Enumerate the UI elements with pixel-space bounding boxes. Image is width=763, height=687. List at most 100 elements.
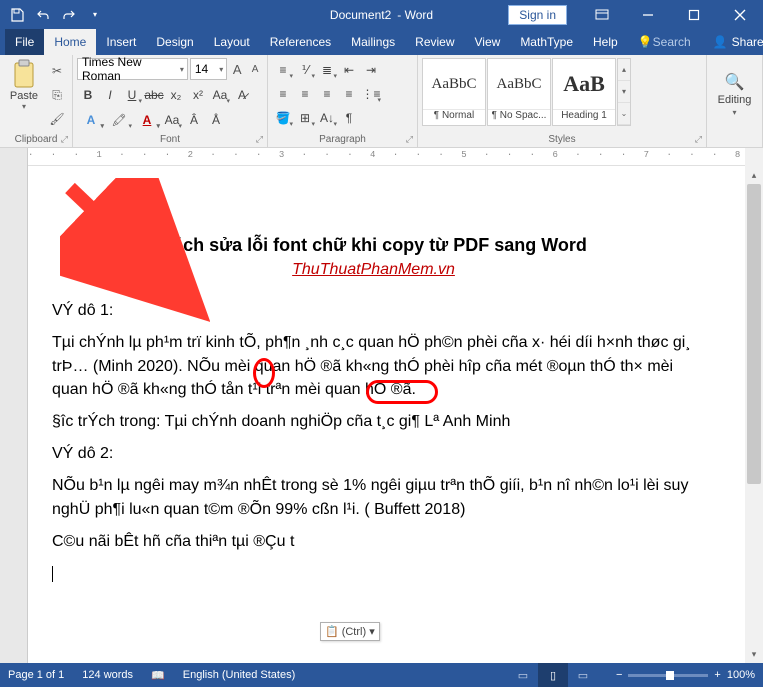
shrink-font-icon[interactable]: A bbox=[247, 58, 263, 80]
show-marks-icon[interactable]: ¶ bbox=[338, 107, 360, 129]
align-right-icon[interactable]: ≡ bbox=[316, 83, 338, 105]
tab-review[interactable]: Review bbox=[405, 29, 464, 55]
line-spacing-icon[interactable]: ⋮≡ bbox=[360, 83, 382, 105]
share-button[interactable]: 👤Share bbox=[701, 29, 763, 55]
tab-design[interactable]: Design bbox=[146, 29, 203, 55]
undo-icon[interactable] bbox=[30, 0, 56, 29]
vertical-ruler[interactable] bbox=[0, 166, 28, 663]
ribbon-display-icon[interactable] bbox=[579, 0, 625, 29]
doc-sublink: ThuThuatPhanMem.vn bbox=[52, 258, 695, 281]
borders-icon[interactable]: ⊞ bbox=[294, 107, 316, 129]
format-painter-icon[interactable]: 🖌 bbox=[46, 108, 68, 130]
text-effects-icon[interactable]: A bbox=[77, 109, 105, 131]
align-center-icon[interactable]: ≡ bbox=[294, 83, 316, 105]
sign-in-button[interactable]: Sign in bbox=[508, 5, 567, 25]
tab-mailings[interactable]: Mailings bbox=[341, 29, 405, 55]
numbering-icon[interactable]: ⅟ bbox=[294, 59, 316, 81]
save-icon[interactable] bbox=[4, 0, 30, 29]
font-launcher-icon[interactable]: ⤢ bbox=[256, 134, 263, 145]
paste-icon[interactable] bbox=[8, 58, 40, 90]
document-viewport[interactable]: Cách sửa lỗi font chữ khi copy từ PDF sa… bbox=[28, 166, 745, 663]
grow-font-icon[interactable]: A bbox=[229, 58, 245, 80]
bold-button[interactable]: B bbox=[77, 84, 99, 106]
align-left-icon[interactable]: ≡ bbox=[272, 83, 294, 105]
decrease-indent-icon[interactable]: ⇤ bbox=[338, 59, 360, 81]
maximize-icon[interactable] bbox=[671, 0, 717, 29]
tab-insert[interactable]: Insert bbox=[96, 29, 146, 55]
strikethrough-button[interactable]: abc bbox=[143, 84, 165, 106]
increase-indent-icon[interactable]: ⇥ bbox=[360, 59, 382, 81]
paste-label[interactable]: Paste bbox=[10, 90, 38, 102]
redo-icon[interactable] bbox=[56, 0, 82, 29]
web-layout-icon[interactable]: ▭ bbox=[568, 663, 598, 687]
tab-help[interactable]: Help bbox=[583, 29, 628, 55]
close-icon[interactable] bbox=[717, 0, 763, 29]
tell-me-search[interactable]: 💡 Search bbox=[628, 29, 701, 55]
zoom-level[interactable]: 100% bbox=[727, 669, 755, 681]
phonetic-guide-icon[interactable]: Å bbox=[205, 109, 227, 131]
italic-button[interactable]: I bbox=[99, 84, 121, 106]
underline-button[interactable]: U bbox=[121, 84, 143, 106]
font-name-select[interactable]: Times New Roman bbox=[77, 58, 188, 80]
styles-more-icon[interactable]: ⌄ bbox=[618, 103, 630, 125]
tab-file[interactable]: File bbox=[5, 29, 44, 55]
superscript-button[interactable]: x² bbox=[187, 84, 209, 106]
sort-icon[interactable]: A↓ bbox=[316, 107, 338, 129]
style-heading1[interactable]: AaB Heading 1 bbox=[552, 58, 616, 126]
horizontal-ruler: · · · 1 · · · 2 · · · 3 · · · 4 · · · 5 … bbox=[0, 148, 763, 166]
qat-customize-icon[interactable]: ▾ bbox=[82, 0, 108, 29]
title-bar: ▾ Document2 - Word Sign in bbox=[0, 0, 763, 29]
editing-button[interactable]: 🔍 Editing ▾ bbox=[711, 58, 758, 131]
proofing-icon[interactable]: 📖 bbox=[151, 669, 165, 682]
print-layout-icon[interactable]: ▯ bbox=[538, 663, 568, 687]
minimize-icon[interactable] bbox=[625, 0, 671, 29]
clear-formatting-icon[interactable]: A̷ bbox=[231, 84, 253, 106]
subscript-button[interactable]: x₂ bbox=[165, 84, 187, 106]
paste-options-button[interactable]: 📋 (Ctrl) ▾ bbox=[320, 622, 380, 641]
zoom-slider-thumb[interactable] bbox=[666, 671, 674, 680]
bullets-icon[interactable]: ≡ bbox=[272, 59, 294, 81]
character-shading-icon[interactable]: Aa bbox=[161, 109, 183, 131]
change-case-button[interactable]: Aa bbox=[209, 84, 231, 106]
styles-down-icon[interactable]: ▾ bbox=[618, 81, 630, 103]
paragraph-launcher-icon[interactable]: ⤢ bbox=[406, 134, 413, 145]
doc-paragraph: §­îc trÝch trong: Tµi chÝnh doanh nghiÖp… bbox=[52, 410, 695, 433]
tab-mathtype[interactable]: MathType bbox=[510, 29, 583, 55]
tab-layout[interactable]: Layout bbox=[204, 29, 260, 55]
zoom-control[interactable]: − + 100% bbox=[616, 669, 755, 681]
read-mode-icon[interactable]: ▭ bbox=[508, 663, 538, 687]
page-indicator[interactable]: Page 1 of 1 bbox=[8, 669, 64, 681]
zoom-in-icon[interactable]: + bbox=[714, 669, 720, 681]
justify-icon[interactable]: ≡ bbox=[338, 83, 360, 105]
tab-home[interactable]: Home bbox=[44, 29, 96, 55]
doc-paragraph: Tµi chÝnh lµ ph¹m trï kinh tÕ, ph¶n ¸nh … bbox=[52, 331, 695, 401]
scroll-up-icon[interactable]: ▴ bbox=[745, 166, 763, 184]
enclose-chars-icon[interactable]: Â bbox=[183, 109, 205, 131]
text-cursor bbox=[52, 562, 695, 580]
zoom-out-icon[interactable]: − bbox=[616, 669, 622, 681]
group-clipboard: Paste ▾ ✂ ⎘ 🖌 Clipboard⤢ bbox=[0, 55, 73, 147]
style-normal[interactable]: AaBbC ¶ Normal bbox=[422, 58, 486, 126]
clipboard-icon: 📋 bbox=[325, 625, 339, 638]
quick-access-toolbar: ▾ bbox=[0, 0, 108, 29]
clipboard-launcher-icon[interactable]: ⤢ bbox=[61, 134, 68, 145]
scroll-down-icon[interactable]: ▾ bbox=[745, 645, 763, 663]
tab-view[interactable]: View bbox=[465, 29, 511, 55]
doc-paragraph: NÕu b¹n lµ ng­êi may m¾n nhÊt trong sè 1… bbox=[52, 474, 695, 520]
styles-up-icon[interactable]: ▴ bbox=[618, 59, 630, 81]
tab-references[interactable]: References bbox=[260, 29, 341, 55]
highlight-icon[interactable]: 🖍 bbox=[105, 109, 133, 131]
font-color-icon[interactable]: A bbox=[133, 109, 161, 131]
styles-scroll[interactable]: ▴ ▾ ⌄ bbox=[617, 58, 631, 126]
vertical-scrollbar[interactable]: ▴ ▾ bbox=[745, 166, 763, 663]
styles-launcher-icon[interactable]: ⤢ bbox=[695, 134, 702, 145]
shading-icon[interactable]: 🪣 bbox=[272, 107, 294, 129]
scroll-thumb[interactable] bbox=[747, 184, 761, 484]
word-count[interactable]: 124 words bbox=[82, 669, 133, 681]
style-no-spacing[interactable]: AaBbC ¶ No Spac... bbox=[487, 58, 551, 126]
language-indicator[interactable]: English (United States) bbox=[183, 669, 296, 681]
font-size-select[interactable]: 14 bbox=[190, 58, 227, 80]
copy-icon[interactable]: ⎘ bbox=[46, 84, 68, 106]
cut-icon[interactable]: ✂ bbox=[46, 60, 68, 82]
multilevel-icon[interactable]: ≣ bbox=[316, 59, 338, 81]
